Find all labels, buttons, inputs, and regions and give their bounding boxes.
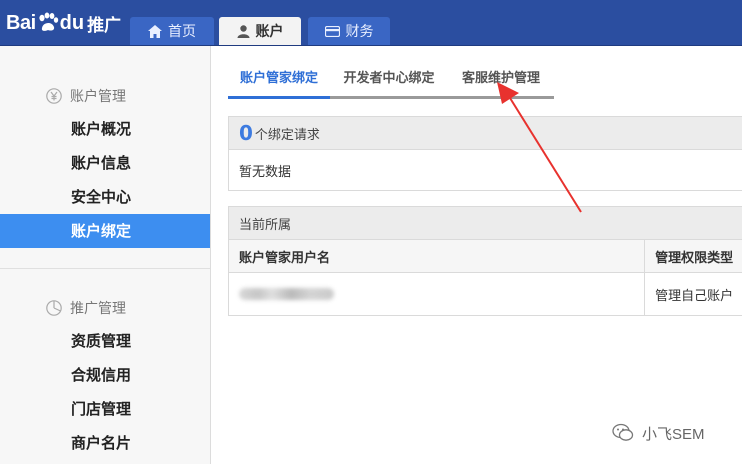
red-arrow-annotation — [497, 82, 582, 213]
watermark-text: 小飞SEM — [642, 425, 705, 443]
wechat-icon — [612, 423, 634, 443]
watermark: 小飞SEM — [612, 421, 705, 445]
